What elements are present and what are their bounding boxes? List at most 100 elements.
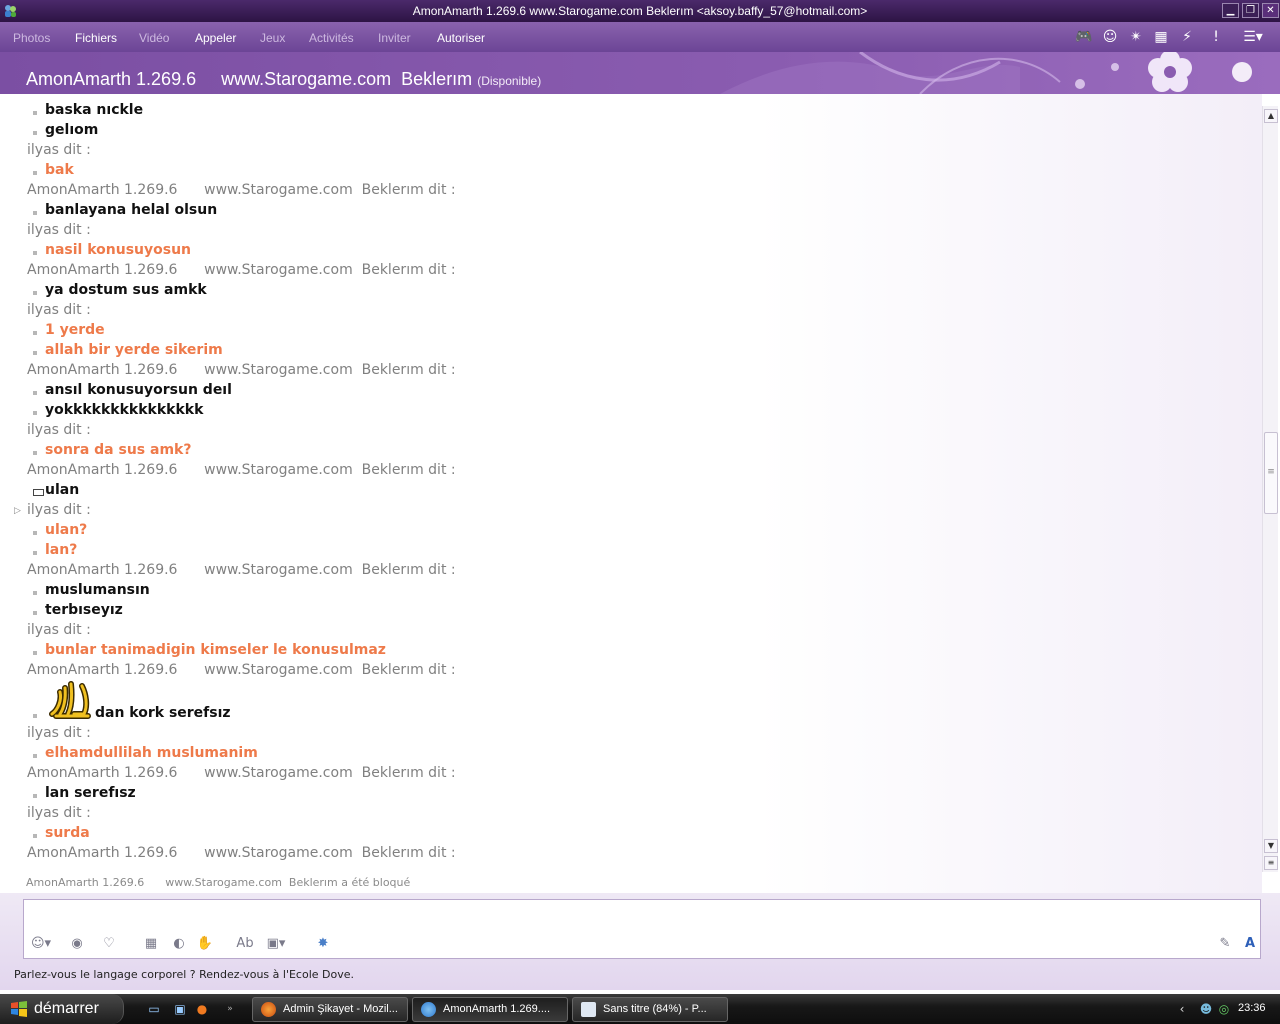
scroll-resize-button[interactable]: ≡ <box>1264 856 1278 870</box>
message-bullet <box>33 451 37 455</box>
sender-line: AmonAmarth 1.269.6 www.Starogame.com Bek… <box>27 262 456 278</box>
message-text: ulan <box>45 482 80 498</box>
contact-name-line: AmonAmarth 1.269.6 www.Starogame.com Bek… <box>26 69 541 90</box>
message-text: ulan? <box>45 522 88 538</box>
contact-status: (Disponible) <box>477 74 542 88</box>
taskbar: démarrer ▭ ▣ ● » Admin Şikayet - Mozil..… <box>0 994 1280 1024</box>
menu-activites[interactable]: Activités <box>309 31 354 45</box>
font-icon[interactable]: Ab <box>236 935 254 953</box>
message-text: sonra da sus amk? <box>45 442 192 458</box>
message-bullet <box>33 834 37 838</box>
messenger-tray-icon[interactable]: ☻ <box>1198 1001 1214 1017</box>
message-text: bunlar tanimadigin kimseler le konusulma… <box>45 642 386 658</box>
message-bullet <box>33 411 37 415</box>
message-bullet <box>33 331 37 335</box>
computer-icon[interactable]: ▣ <box>172 1001 188 1017</box>
sender-line: AmonAmarth 1.269.6 www.Starogame.com Bek… <box>27 765 456 781</box>
contact-header: AmonAmarth 1.269.6 www.Starogame.com Bek… <box>0 52 1280 94</box>
task-firefox[interactable]: Admin Şikayet - Mozil... <box>252 997 408 1022</box>
close-button[interactable]: ✕ <box>1262 3 1279 18</box>
alert-icon[interactable]: ! <box>1207 28 1225 46</box>
window-title: AmonAmarth 1.269.6 www.Starogame.com Bek… <box>412 4 868 18</box>
pen-icon[interactable]: ✎ <box>1216 935 1234 953</box>
emoticon-icon[interactable]: ☺▾ <box>28 935 54 953</box>
sender-line: AmonAmarth 1.269.6 www.Starogame.com Bek… <box>27 182 456 198</box>
menu-video[interactable]: Vidéo <box>139 31 169 45</box>
message-bullet <box>33 291 37 295</box>
maximize-button[interactable]: ❐ <box>1242 3 1259 18</box>
message-bullet <box>33 551 37 555</box>
scroll-down-button[interactable]: ▼ <box>1264 839 1278 853</box>
message-text: lan serefısz <box>45 785 136 801</box>
sender-line: ilyas dit : <box>27 422 91 438</box>
wink-icon[interactable]: ♡ <box>100 935 118 953</box>
tray-expand-icon[interactable]: ‹ <box>1174 1001 1190 1017</box>
task-paint[interactable]: Sans titre (84%) - P... <box>572 997 728 1022</box>
quicklaunch-more-icon[interactable]: » <box>222 1001 238 1017</box>
smiley-icon[interactable]: ☺ <box>1101 28 1119 46</box>
message-bullet <box>33 211 37 215</box>
start-label: démarrer <box>34 1000 99 1017</box>
message-text: muslumansın <box>45 582 150 598</box>
message-bullet <box>33 111 37 115</box>
show-desktop-icon[interactable]: ▭ <box>146 1001 162 1017</box>
message-input[interactable] <box>24 900 1260 930</box>
sender-line: AmonAmarth 1.269.6 www.Starogame.com Bek… <box>27 562 456 578</box>
message-text: dan kork serefsız <box>95 705 231 721</box>
handwriting-icon[interactable]: ✋ <box>196 935 214 953</box>
message-text: elhamdullilah muslumanim <box>45 745 258 761</box>
sender-line: AmonAmarth 1.269.6 www.Starogame.com Bek… <box>27 462 456 478</box>
firefox-icon[interactable]: ● <box>194 1001 210 1017</box>
background-icon[interactable]: ▦ <box>142 935 160 953</box>
text-style-icon[interactable]: A <box>1241 935 1259 953</box>
expand-arrow-icon[interactable]: ▷ <box>14 506 21 516</box>
message-text: banlayana helal olsun <box>45 202 218 218</box>
message-bullet <box>33 714 37 718</box>
message-text: yokkkkkkkkkkkkkkk <box>45 402 204 418</box>
start-button[interactable]: démarrer <box>0 994 124 1024</box>
sender-line: AmonAmarth 1.269.6 www.Starogame.com Bek… <box>27 845 456 861</box>
voice-clip-icon[interactable]: ◉ <box>68 935 86 953</box>
menu-icon[interactable]: ☰▾ <box>1238 28 1268 46</box>
scroll-thumb[interactable]: ≡ <box>1264 432 1278 514</box>
game-icon[interactable]: 🎮 <box>1075 28 1093 46</box>
task-label: Sans titre (84%) - P... <box>603 1003 707 1015</box>
minimize-button[interactable]: ▁ <box>1222 3 1239 18</box>
menu-jeux[interactable]: Jeux <box>260 31 285 45</box>
message-bullet <box>33 611 37 615</box>
message-bullet <box>33 591 37 595</box>
menu-photos[interactable]: Photos <box>13 31 50 45</box>
wink-icon[interactable]: ✴ <box>1127 28 1145 46</box>
phone-icon[interactable]: ▦ <box>1152 28 1170 46</box>
promo-link[interactable]: Parlez-vous le langage corporel ? Rendez… <box>14 968 354 981</box>
scroll-up-button[interactable]: ▲ <box>1264 109 1278 123</box>
message-text: nasil konusuyosun <box>45 242 192 258</box>
unknown-glyph-icon <box>33 489 44 496</box>
conversation-scrollbar[interactable]: ▲ ≡ ▼ ≡ <box>1262 106 1278 872</box>
menu-fichiers[interactable]: Fichiers <box>75 31 117 45</box>
message-text: lan? <box>45 542 78 558</box>
format-icon[interactable]: ▣▾ <box>262 935 290 953</box>
sender-line: ilyas dit : <box>27 302 91 318</box>
sender-line: ilyas dit : <box>27 502 91 518</box>
nudge-icon[interactable]: ⚡ <box>1178 28 1196 46</box>
network-tray-icon[interactable]: ◎ <box>1216 1001 1232 1017</box>
message-text: surda <box>45 825 90 841</box>
sender-line: AmonAmarth 1.269.6 www.Starogame.com Bek… <box>27 362 456 378</box>
message-bullet <box>33 131 37 135</box>
menu-autoriser[interactable]: Autoriser <box>437 31 485 45</box>
contact-name: AmonAmarth 1.269.6 www.Starogame.com Bek… <box>26 69 473 89</box>
conversation-history[interactable]: baska nıckle gelıom ilyas dit : bak AmonAmar… <box>10 102 1260 872</box>
task-messenger[interactable]: AmonAmarth 1.269.... <box>412 997 568 1022</box>
menu-appeler[interactable]: Appeler <box>195 31 236 45</box>
message-bullet <box>33 351 37 355</box>
sender-line: ilyas dit : <box>27 622 91 638</box>
message-text: ansıl konusuyorsun deıl <box>45 382 232 398</box>
message-bullet <box>33 391 37 395</box>
message-text: allah bir yerde sikerim <box>45 342 223 358</box>
system-tray: ‹ ☻ ◎ 23:36 <box>1170 994 1280 1024</box>
games-icon[interactable]: ◐ <box>170 935 188 953</box>
settings-icon[interactable]: ✸ <box>314 935 332 953</box>
messenger-task-icon <box>421 1002 436 1017</box>
menu-inviter[interactable]: Inviter <box>378 31 411 45</box>
